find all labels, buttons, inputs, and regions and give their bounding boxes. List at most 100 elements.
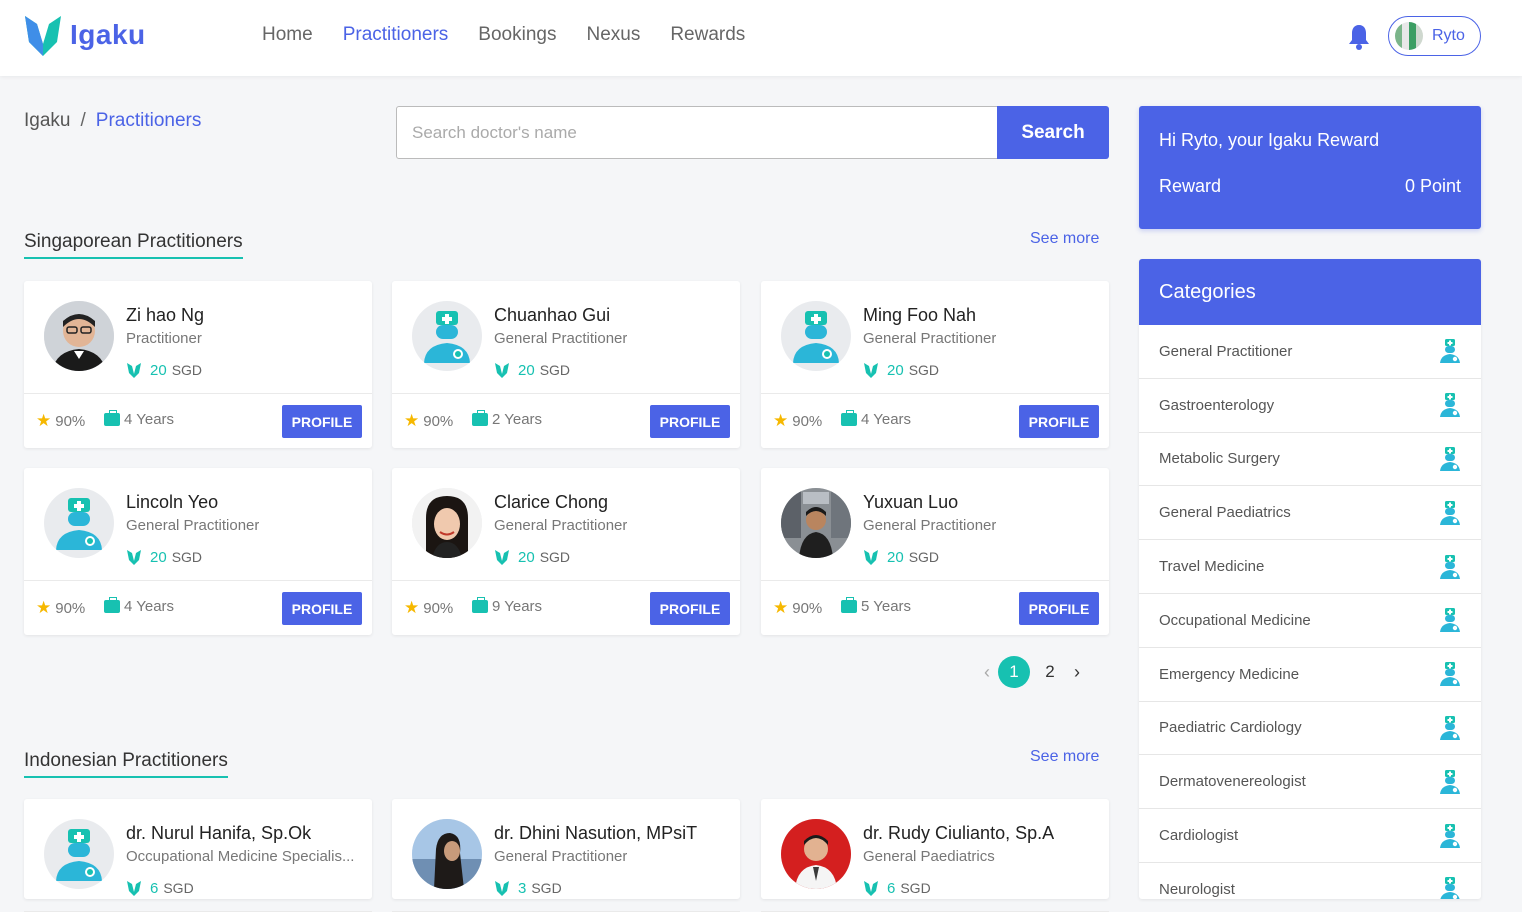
see-more-link-indonesia[interactable]: See more: [1030, 748, 1099, 766]
doctor-icon: [1440, 715, 1460, 740]
doctor-specialty: Occupational Medicine Specialis...: [126, 848, 355, 865]
category-item-cardiologist[interactable]: Cardiologist: [1139, 809, 1481, 863]
category-item-gastroenterology[interactable]: Gastroenterology: [1139, 379, 1481, 433]
categories-panel: Categories General Practitioner Gastroen…: [1139, 259, 1481, 899]
profile-button[interactable]: PROFILE: [282, 405, 362, 438]
doctor-name[interactable]: dr. Nurul Hanifa, Sp.Ok: [126, 823, 311, 844]
star-icon: ★: [773, 411, 789, 430]
doctor-icon: [1440, 554, 1460, 579]
experience-value: 4 Years: [861, 411, 912, 428]
doctor-name[interactable]: Chuanhao Gui: [494, 305, 610, 326]
nav-practitioners[interactable]: Practitioners: [343, 24, 449, 46]
chevron-right-icon[interactable]: ›: [1068, 662, 1086, 683]
doctor-experience: 9 Years: [472, 597, 543, 615]
price-currency: SGD: [531, 880, 562, 896]
igaku-coin-icon: [495, 881, 509, 896]
doctor-specialty: General Practitioner: [494, 330, 628, 347]
doctor-name[interactable]: Zi hao Ng: [126, 305, 204, 326]
doctor-photo: [412, 488, 482, 558]
doctor-rating: ★ 90%: [404, 411, 453, 431]
category-item-travel-medicine[interactable]: Travel Medicine: [1139, 540, 1481, 594]
category-label: General Practitioner: [1159, 342, 1293, 360]
reward-panel: Hi Ryto, your Igaku Reward Reward 0 Poin…: [1139, 106, 1481, 229]
profile-button[interactable]: PROFILE: [650, 405, 730, 438]
nav-home[interactable]: Home: [262, 24, 313, 46]
doctor-placeholder-icon: [44, 819, 114, 889]
category-item-general-paediatrics[interactable]: General Paediatrics: [1139, 486, 1481, 541]
category-item-neurologist[interactable]: Neurologist: [1139, 863, 1481, 899]
page-1-button[interactable]: 1: [998, 656, 1030, 688]
experience-value: 4 Years: [124, 411, 175, 428]
profile-button[interactable]: PROFILE: [650, 592, 730, 625]
doctor-experience: 2 Years: [472, 410, 542, 428]
doctor-rating: ★ 90%: [36, 411, 85, 431]
category-item-general-practitioner[interactable]: General Practitioner: [1139, 325, 1481, 379]
doctor-experience: 4 Years: [104, 597, 175, 615]
igaku-coin-icon: [495, 363, 509, 378]
doctor-name[interactable]: Clarice Chong: [494, 492, 608, 513]
doctor-price: 3 SGD: [494, 879, 562, 897]
igaku-logo-icon: [25, 16, 61, 56]
experience-value: 4 Years: [124, 598, 175, 615]
doctor-card: Lincoln Yeo General Practitioner 20 SGD …: [24, 468, 372, 635]
nav-nexus[interactable]: Nexus: [586, 24, 640, 46]
category-label: Gastroenterology: [1159, 396, 1275, 414]
star-icon: ★: [773, 598, 789, 617]
doctor-icon: [1440, 608, 1460, 633]
user-menu-button[interactable]: Ryto: [1388, 16, 1481, 56]
doctor-rating: ★ 90%: [36, 598, 85, 618]
category-label: Emergency Medicine: [1159, 665, 1300, 683]
nav-rewards[interactable]: Rewards: [670, 24, 745, 46]
doctor-price: 20 SGD: [494, 361, 570, 379]
reward-label: Reward: [1159, 176, 1222, 196]
breadcrumb: Igaku / Practitioners: [24, 110, 201, 132]
nav-bookings[interactable]: Bookings: [478, 24, 556, 46]
doctor-specialty: Practitioner: [126, 330, 202, 347]
bell-icon[interactable]: [1346, 23, 1372, 51]
doctor-photo: [412, 819, 482, 889]
see-more-link-singapore[interactable]: See more: [1030, 230, 1099, 248]
igaku-coin-icon: [127, 550, 141, 565]
search-input[interactable]: [396, 106, 998, 159]
breadcrumb-root[interactable]: Igaku: [24, 110, 70, 132]
price-currency: SGD: [171, 362, 203, 378]
page-2-button[interactable]: 2: [1034, 656, 1066, 688]
chevron-left-icon[interactable]: ‹: [978, 662, 996, 683]
reward-points: 0 Point: [1404, 176, 1461, 196]
igaku-coin-icon: [864, 881, 878, 896]
doctor-name[interactable]: Yuxuan Luo: [863, 492, 958, 513]
category-item-dermatovenereologist[interactable]: Dermatovenereologist: [1139, 755, 1481, 810]
logo-text: Igaku: [70, 19, 146, 50]
profile-button[interactable]: PROFILE: [1019, 405, 1099, 438]
doctor-price: 20 SGD: [126, 361, 202, 379]
rating-value: 90%: [55, 599, 86, 617]
price-value: 20: [150, 548, 167, 566]
doctor-name[interactable]: Lincoln Yeo: [126, 492, 218, 513]
doctor-name[interactable]: dr. Rudy Ciulianto, Sp.A: [863, 823, 1054, 844]
doctor-card: dr. Nurul Hanifa, Sp.Ok Occupational Med…: [24, 799, 372, 912]
section-title-singapore: Singaporean Practitioners: [24, 231, 243, 259]
category-item-metabolic-surgery[interactable]: Metabolic Surgery: [1139, 433, 1481, 487]
doctor-card: Zi hao Ng Practitioner 20 SGD ★ 90% 4 Yea…: [24, 281, 372, 448]
profile-button[interactable]: PROFILE: [1019, 592, 1099, 625]
doctor-photo: [781, 488, 851, 558]
category-item-emergency-medicine[interactable]: Emergency Medicine: [1139, 648, 1481, 702]
search-button[interactable]: Search: [997, 106, 1109, 159]
category-item-paediatric-cardiology[interactable]: Paediatric Cardiology: [1139, 702, 1481, 756]
briefcase-icon: [472, 410, 488, 426]
category-item-occupational-medicine[interactable]: Occupational Medicine: [1139, 594, 1481, 648]
profile-button[interactable]: PROFILE: [282, 592, 362, 625]
igaku-coin-icon: [127, 363, 141, 378]
doctor-name[interactable]: Ming Foo Nah: [863, 305, 976, 326]
pagination: ‹ 1 2 ›: [978, 656, 1086, 688]
doctor-specialty: General Practitioner: [494, 517, 628, 534]
briefcase-icon: [104, 410, 120, 426]
igaku-logo[interactable]: Igaku: [23, 12, 146, 58]
doctor-icon: [1440, 877, 1460, 899]
doctor-name[interactable]: dr. Dhini Nasution, MPsiT: [494, 823, 697, 844]
price-currency: SGD: [908, 549, 940, 565]
doctor-card: Ming Foo Nah General Practitioner 20 SGD…: [761, 281, 1109, 448]
experience-value: 9 Years: [492, 598, 543, 615]
doctor-price: 6 SGD: [863, 879, 931, 897]
category-label: Travel Medicine: [1159, 558, 1265, 576]
